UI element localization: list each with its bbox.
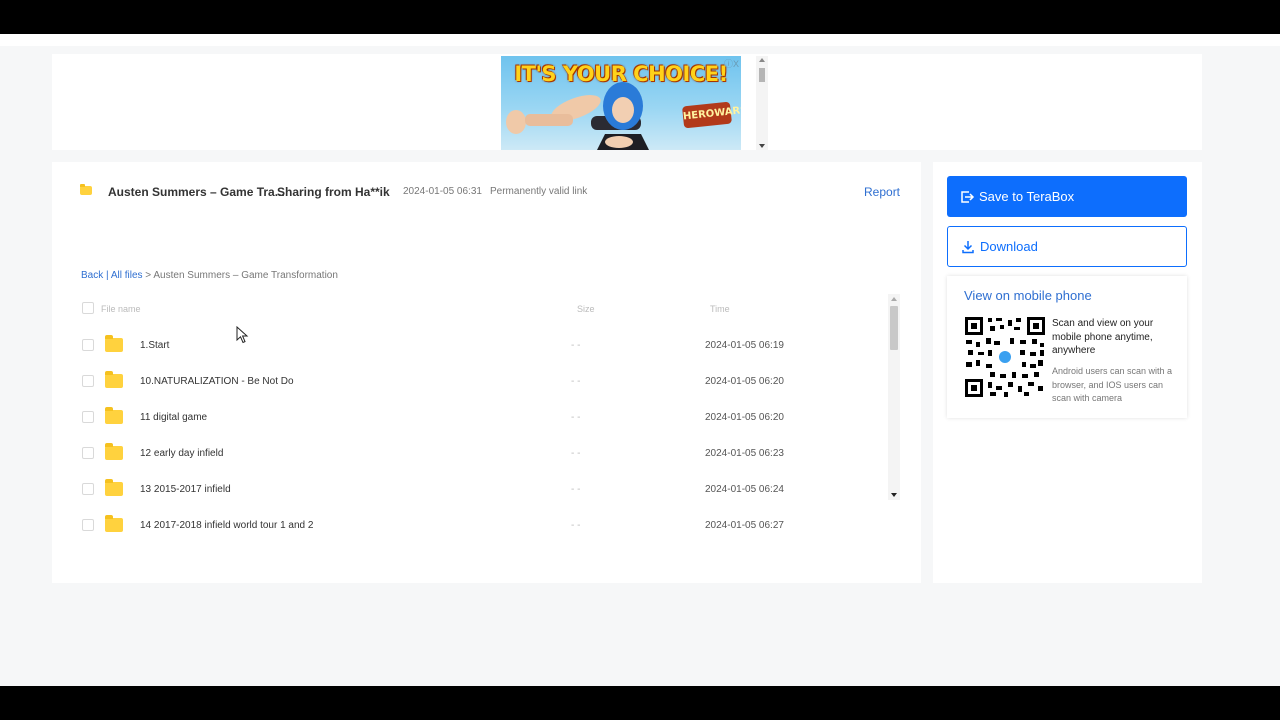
download-icon — [962, 240, 974, 253]
scroll-down-icon[interactable] — [891, 493, 897, 497]
mobile-view-title: View on mobile phone — [964, 288, 1092, 303]
file-time: 2024-01-05 06:20 — [705, 376, 784, 387]
breadcrumb-separator: | — [103, 270, 111, 281]
row-checkbox[interactable] — [82, 519, 94, 531]
file-name[interactable]: 11 digital game — [140, 411, 207, 424]
share-owner: Sharing from Ha**ik — [277, 185, 390, 199]
table-row[interactable]: 1.Start - - 2024-01-05 06:19 — [81, 328, 889, 364]
qr-instructions: Scan and view on your mobile phone anyti… — [1052, 318, 1154, 356]
mouse-cursor-icon — [236, 326, 249, 344]
save-label: Save to TeraBox — [979, 189, 1075, 204]
share-date: 2024-01-05 06:31 — [403, 186, 482, 197]
column-time[interactable]: Time — [710, 302, 730, 316]
column-size[interactable]: Size — [577, 302, 595, 316]
folder-icon — [105, 371, 123, 388]
qr-note: Android users can scan with a browser, a… — [1052, 366, 1173, 403]
save-to-terabox-button[interactable]: Save to TeraBox — [947, 176, 1187, 217]
row-checkbox[interactable] — [82, 339, 94, 351]
table-header: File name Size Time — [81, 302, 901, 316]
qr-code-icon — [964, 316, 1046, 398]
share-page: IT'S YOUR CHOICE! ⓘX HEROWARS Austen Sum… — [0, 34, 1280, 686]
file-list: 1.Start - - 2024-01-05 06:19 10.NATURALI… — [81, 328, 889, 544]
folder-icon — [80, 184, 92, 195]
table-row[interactable]: 11 digital game - - 2024-01-05 06:20 — [81, 400, 889, 436]
row-checkbox[interactable] — [82, 483, 94, 495]
file-time: 2024-01-05 06:19 — [705, 340, 784, 351]
file-name[interactable]: 10.NATURALIZATION - Be Not Do — [140, 375, 294, 388]
scroll-thumb[interactable] — [759, 68, 765, 82]
row-checkbox[interactable] — [82, 411, 94, 423]
folder-icon — [105, 407, 123, 424]
file-time: 2024-01-05 06:20 — [705, 412, 784, 423]
table-row[interactable]: 13 2015-2017 infield - - 2024-01-05 06:2… — [81, 472, 889, 508]
folder-icon — [105, 515, 123, 532]
file-time: 2024-01-05 06:24 — [705, 484, 784, 495]
file-name[interactable]: 13 2015-2017 infield — [140, 483, 231, 496]
scroll-up-icon[interactable] — [759, 58, 765, 62]
file-size: - - — [571, 484, 581, 495]
ad-character-image — [506, 82, 649, 150]
file-name[interactable]: 12 early day infield — [140, 447, 223, 460]
download-label: Download — [980, 239, 1038, 254]
file-name[interactable]: 14 2017-2018 infield world tour 1 and 2 — [140, 519, 313, 532]
bottom-letterbox — [0, 686, 1280, 720]
breadcrumb-back[interactable]: Back — [81, 270, 103, 281]
scroll-down-icon[interactable] — [759, 144, 765, 148]
report-link[interactable]: Report — [864, 184, 900, 200]
save-to-cloud-icon — [961, 190, 975, 203]
file-size: - - — [571, 412, 581, 423]
ad-container: IT'S YOUR CHOICE! ⓘX HEROWARS — [52, 54, 1202, 150]
mobile-view-panel: View on mobile phone Scan and view on yo… — [947, 276, 1187, 418]
breadcrumb-current: Austen Summers – Game Transformation — [153, 270, 338, 281]
select-all-checkbox[interactable] — [82, 302, 94, 314]
breadcrumb-arrow: > — [142, 270, 154, 281]
row-checkbox[interactable] — [82, 375, 94, 387]
share-title: Austen Summers – Game Tra... — [108, 185, 285, 199]
file-size: - - — [571, 448, 581, 459]
folder-icon — [105, 443, 123, 460]
row-checkbox[interactable] — [82, 447, 94, 459]
scroll-thumb[interactable] — [890, 306, 898, 350]
breadcrumb-all-files[interactable]: All files — [111, 270, 143, 281]
ad-banner[interactable]: IT'S YOUR CHOICE! ⓘX HEROWARS — [501, 56, 741, 150]
file-size: - - — [571, 340, 581, 351]
ad-scrollbar[interactable] — [756, 56, 768, 150]
download-button[interactable]: Download — [947, 226, 1187, 267]
table-row[interactable]: 12 early day infield - - 2024-01-05 06:2… — [81, 436, 889, 472]
column-name[interactable]: File name — [101, 302, 141, 316]
file-name[interactable]: 1.Start — [140, 339, 169, 352]
table-row[interactable]: 14 2017-2018 infield world tour 1 and 2 … — [81, 508, 889, 544]
scroll-up-icon[interactable] — [891, 297, 897, 301]
folder-icon — [105, 479, 123, 496]
file-list-scrollbar[interactable] — [888, 294, 900, 500]
file-time: 2024-01-05 06:27 — [705, 520, 784, 531]
action-sidebar: Save to TeraBox Download View on mobile … — [933, 162, 1202, 583]
share-header: Austen Summers – Game Tra... Sharing fro… — [80, 184, 900, 204]
link-validity: Permanently valid link — [490, 186, 588, 197]
table-row[interactable]: 10.NATURALIZATION - Be Not Do - - 2024-0… — [81, 364, 889, 400]
file-size: - - — [571, 520, 581, 531]
file-list-panel: Austen Summers – Game Tra... Sharing fro… — [52, 162, 921, 583]
file-size: - - — [571, 376, 581, 387]
file-time: 2024-01-05 06:23 — [705, 448, 784, 459]
breadcrumb: Back | All files > Austen Summers – Game… — [81, 270, 338, 281]
top-strip — [0, 34, 1280, 46]
folder-icon — [105, 335, 123, 352]
